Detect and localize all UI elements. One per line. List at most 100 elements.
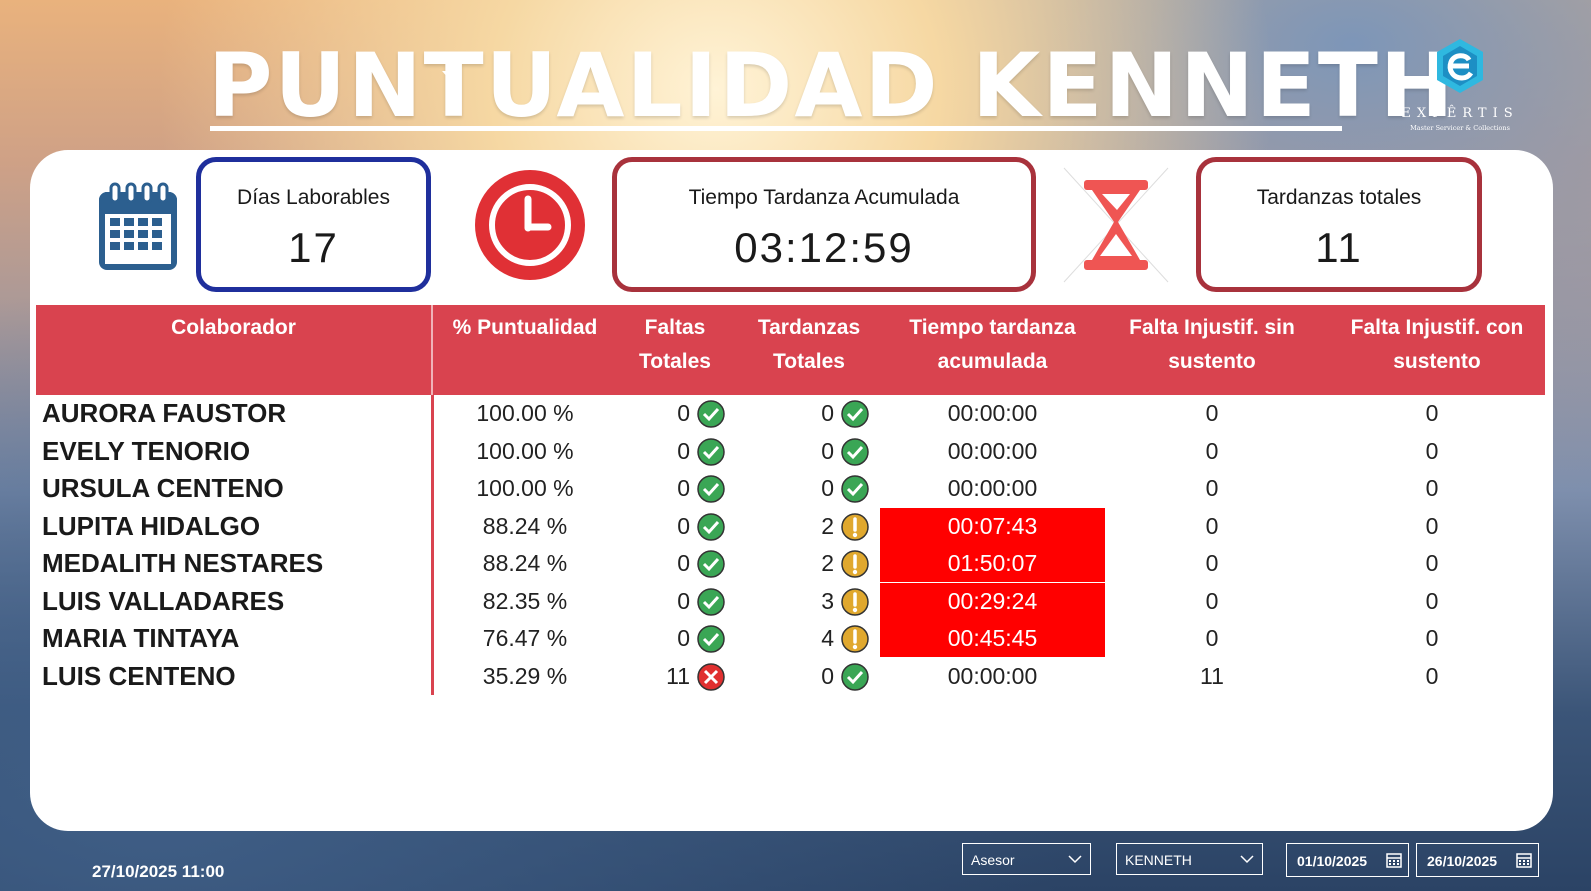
kpi-tiempo-tardanza: Tiempo Tardanza Acumulada 03:12:59 xyxy=(612,157,1036,292)
kpi-dias-value: 17 xyxy=(288,224,339,271)
company-logo: EXPÊRTIS Master Servicer & Collections xyxy=(1395,38,1525,138)
tardanzas-value: 4 xyxy=(821,625,834,651)
falta-con-sustento-value: 0 xyxy=(1425,625,1439,651)
tiempo-tardanza-value: 00:00:00 xyxy=(947,662,1038,689)
warning-icon xyxy=(841,512,869,541)
header-falta-sin-sustento[interactable]: Falta Injustif. sin sustento xyxy=(1112,311,1312,379)
date-from-picker[interactable]: 01/10/2025 xyxy=(1286,843,1409,877)
puntualidad-value: 100.00 % xyxy=(476,400,574,426)
check-icon xyxy=(841,437,869,466)
colaborador-name: EVELY TENORIO xyxy=(42,435,251,466)
tardanzas-value: 3 xyxy=(821,587,834,614)
colaborador-name: URSULA CENTENO xyxy=(42,473,284,503)
kpi-tardanzas-value: 11 xyxy=(1315,224,1363,271)
header-tardanzas-totales[interactable]: Tardanzas Totales xyxy=(744,311,874,379)
tardanzas-value: 0 xyxy=(821,662,834,689)
table-row[interactable]: MARIA TINTAYA 76.47 % 0 4 00:45:45 0 0 xyxy=(0,620,1591,657)
table-row[interactable]: LUIS VALLADARES 82.35 % 0 3 00:29:24 0 0 xyxy=(0,582,1591,620)
tiempo-tardanza-value: 00:29:24 xyxy=(880,582,1105,620)
warning-icon xyxy=(841,625,869,653)
faltas-value: 11 xyxy=(666,662,690,689)
date-to-picker[interactable]: 26/10/2025 xyxy=(1416,843,1539,877)
table-row[interactable]: EVELY TENORIO 100.00 % 0 0 00:00:00 0 0 xyxy=(0,433,1591,470)
chevron-down-icon xyxy=(1240,855,1254,864)
tardanzas-value: 0 xyxy=(821,400,834,426)
check-icon xyxy=(697,625,725,653)
falta-sin-sustento-value: 0 xyxy=(1205,625,1219,651)
falta-con-sustento-value: 0 xyxy=(1425,587,1439,614)
tiempo-tardanza-value: 00:07:43 xyxy=(880,507,1105,545)
tardanzas-value: 2 xyxy=(821,512,834,539)
colaborador-name: LUIS VALLADARES xyxy=(42,585,285,616)
faltas-value: 0 xyxy=(677,512,690,539)
puntualidad-value: 82.35 % xyxy=(482,587,568,614)
tardanzas-value: 2 xyxy=(821,550,834,576)
falta-con-sustento-value: 0 xyxy=(1425,400,1439,426)
check-icon xyxy=(697,512,725,541)
asesor-value-dropdown[interactable]: KENNETH xyxy=(1116,843,1263,875)
check-icon xyxy=(697,550,725,578)
title-underline xyxy=(210,126,1342,131)
table-row[interactable]: URSULA CENTENO 100.00 % 0 0 00:00:00 0 0 xyxy=(0,470,1591,507)
colaborador-name: MEDALITH NESTARES xyxy=(42,548,324,578)
check-icon xyxy=(697,587,725,616)
kpi-tardanzas-label: Tardanzas totales xyxy=(1256,186,1422,209)
header-faltas-totales[interactable]: Faltas Totales xyxy=(628,311,722,379)
error-icon xyxy=(697,662,725,691)
warning-icon xyxy=(841,550,869,578)
faltas-value: 0 xyxy=(677,587,690,614)
header-puntualidad[interactable]: % Puntualidad xyxy=(436,311,614,345)
tiempo-tardanza-value: 00:00:00 xyxy=(947,400,1038,426)
falta-con-sustento-value: 0 xyxy=(1425,550,1439,576)
colaborador-name: MARIA TINTAYA xyxy=(42,623,240,653)
table-row[interactable]: AURORA FAUSTOR 100.00 % 0 0 00:00:00 0 0 xyxy=(0,395,1591,432)
header-colaborador[interactable]: Colaborador xyxy=(36,311,431,345)
asesor-value-label: KENNETH xyxy=(1125,852,1192,868)
puntualidad-value: 100.00 % xyxy=(476,475,574,501)
puntualidad-value: 35.29 % xyxy=(482,662,568,689)
asesor-field-dropdown[interactable]: Asesor xyxy=(962,843,1091,875)
falta-con-sustento-value: 0 xyxy=(1425,512,1439,539)
colaborador-name: LUIS CENTENO xyxy=(42,660,236,691)
sort-descending-icon[interactable] xyxy=(442,71,458,80)
table-header: Colaborador % Puntualidad Faltas Totales … xyxy=(36,305,1545,395)
header-falta-con-sustento[interactable]: Falta Injustif. con sustento xyxy=(1332,311,1542,379)
tiempo-tardanza-value: 01:50:07 xyxy=(880,545,1105,582)
clock-icon xyxy=(475,170,585,280)
kpi-dias-label: Días Laborables xyxy=(237,186,390,209)
hourglass-icon xyxy=(1063,167,1169,283)
tiempo-tardanza-value: 00:45:45 xyxy=(880,620,1105,657)
page-title: PUNTUALIDAD KENNETH xyxy=(208,34,1456,137)
kpi-dias-laborables: Días Laborables 17 xyxy=(196,157,431,292)
expertis-e-logo-icon xyxy=(1437,39,1483,93)
falta-con-sustento-value: 0 xyxy=(1425,662,1439,689)
date-to-value: 26/10/2025 xyxy=(1427,853,1498,869)
table-row[interactable]: MEDALITH NESTARES 88.24 % 0 2 01:50:07 0 0 xyxy=(0,545,1591,582)
faltas-value: 0 xyxy=(677,437,690,464)
tardanzas-value: 0 xyxy=(821,437,834,464)
falta-con-sustento-value: 0 xyxy=(1425,475,1439,501)
check-icon xyxy=(697,400,725,428)
calendar-icon[interactable] xyxy=(1386,852,1402,868)
logo-name: EXPÊRTIS xyxy=(1401,106,1519,121)
calendar-icon xyxy=(99,182,177,270)
header-tiempo-tardanza[interactable]: Tiempo tardanza acumulada xyxy=(880,311,1105,379)
faltas-value: 0 xyxy=(677,400,690,426)
calendar-icon[interactable] xyxy=(1516,852,1532,868)
check-icon xyxy=(697,475,725,503)
table-row[interactable]: LUIS CENTENO 35.29 % 11 0 00:00:00 11 0 xyxy=(0,658,1591,695)
falta-con-sustento-value: 0 xyxy=(1425,437,1439,464)
faltas-value: 0 xyxy=(677,475,690,501)
chevron-down-icon xyxy=(1068,855,1082,864)
kpi-tiempo-value: 03:12:59 xyxy=(734,224,914,271)
kpi-tardanzas-totales: Tardanzas totales 11 xyxy=(1196,157,1482,292)
puntualidad-value: 76.47 % xyxy=(482,625,568,651)
table-row[interactable]: LUPITA HIDALGO 88.24 % 0 2 00:07:43 0 0 xyxy=(0,507,1591,545)
tiempo-tardanza-value: 00:00:00 xyxy=(947,475,1038,501)
falta-sin-sustento-value: 0 xyxy=(1205,437,1219,464)
falta-sin-sustento-value: 0 xyxy=(1205,550,1219,576)
logo-tagline: Master Servicer & Collections xyxy=(1410,124,1510,132)
refresh-datetime: 27/10/2025 11:00 xyxy=(92,862,225,881)
falta-sin-sustento-value: 11 xyxy=(1200,662,1224,689)
header-divider xyxy=(431,305,433,395)
